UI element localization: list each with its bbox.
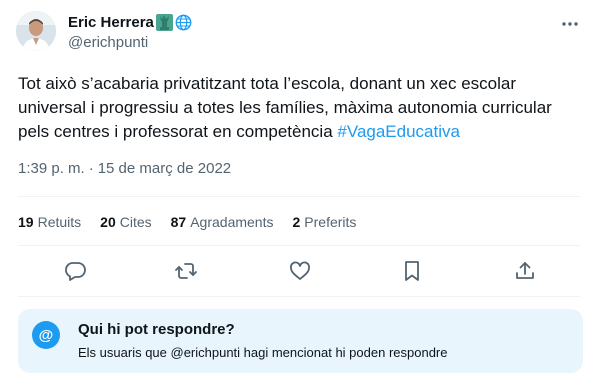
tweet-text: Tot això s’acabaria privatitzant tota l’… (18, 72, 578, 144)
retweet-icon[interactable] (174, 259, 198, 283)
avatar[interactable] (16, 11, 56, 51)
stat-retweets[interactable]: 19 Retuits (18, 214, 81, 230)
divider (18, 296, 580, 297)
reply-icon[interactable] (63, 259, 87, 283)
reply-restriction-notice: @ Qui hi pot respondre? Els usuaris que … (18, 309, 583, 373)
globe-icon (175, 14, 192, 31)
mention-icon: @ (32, 321, 60, 349)
stat-quotes[interactable]: 20 Cites (100, 214, 151, 230)
tweet-card: Eric Herrera @erichpunti Tot això s’acab… (0, 0, 598, 388)
share-icon[interactable] (513, 259, 537, 283)
stat-likes[interactable]: 87 Agradaments (171, 214, 274, 230)
divider (18, 245, 580, 246)
tweet-timestamp[interactable]: 1:39 p. m. · 15 de març de 2022 (18, 160, 231, 177)
tweet-stats: 19 Retuits 20 Cites 87 Agradaments 2 Preferi… (18, 214, 375, 230)
author-name[interactable]: Eric Herrera (68, 14, 154, 31)
bookmark-icon[interactable] (400, 259, 424, 283)
more-options-icon[interactable] (560, 14, 580, 34)
like-icon[interactable] (288, 259, 312, 283)
reply-restriction-subtitle: Els usuaris que @erichpunti hagi mencion… (78, 345, 448, 360)
tweet-body: Tot això s’acabaria privatitzant tota l’… (18, 74, 552, 141)
author-handle[interactable]: @erichpunti (68, 34, 148, 51)
stat-bookmarks[interactable]: 2 Preferits (293, 214, 357, 230)
reply-restriction-title: Qui hi pot respondre? (78, 321, 235, 338)
meta-separator: · (88, 160, 94, 177)
action-bar (18, 255, 580, 287)
divider (18, 196, 580, 197)
statue-of-liberty-icon (155, 13, 173, 31)
tweet-time: 1:39 p. m. (18, 160, 85, 177)
hashtag-link[interactable]: #VagaEducativa (337, 122, 460, 141)
tweet-date: 15 de març de 2022 (97, 160, 232, 177)
